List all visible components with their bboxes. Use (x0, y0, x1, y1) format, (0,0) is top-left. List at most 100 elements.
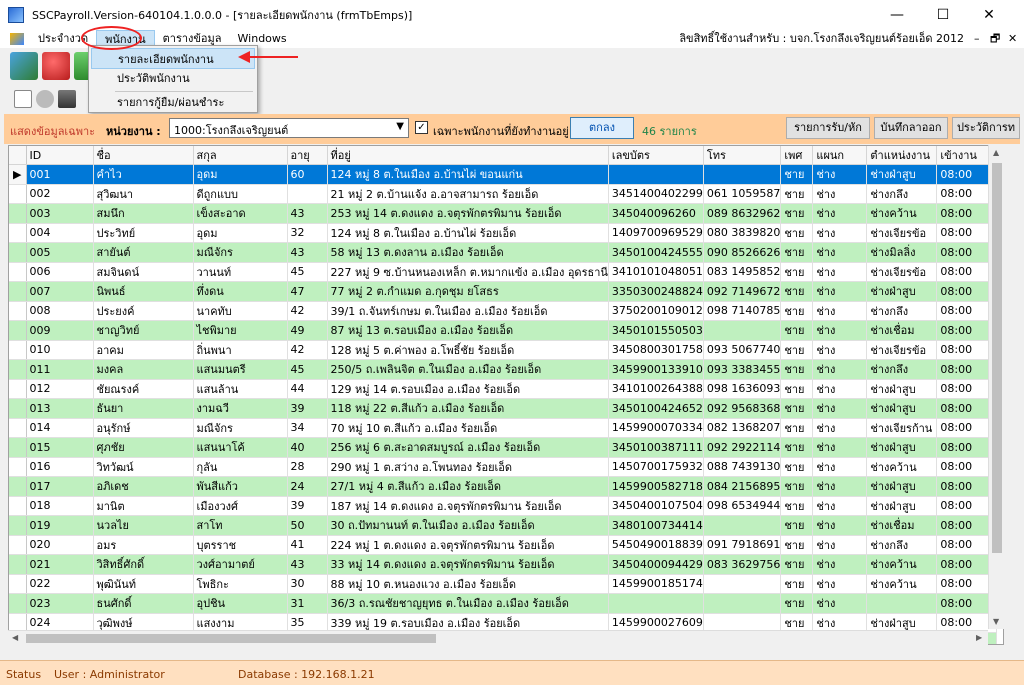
table-cell[interactable]: สาโท (193, 515, 288, 536)
table-cell[interactable]: 27/1 หมู่ 4 ต.สีแก้ว อ.เมือง ร้อยเอ็ด (327, 476, 609, 497)
menu-item-employee-details[interactable]: รายละเอียดพนักงาน (91, 48, 255, 69)
table-cell[interactable]: 39 (287, 398, 328, 419)
table-cell[interactable]: 008 (26, 301, 94, 321)
table-cell[interactable]: ชาย (780, 398, 814, 419)
table-row[interactable]: 002 สุวิฒนา ดีถูกแบบ 21 หมู่ 2 ต.บ้านแจ้ง อ… (9, 184, 998, 204)
table-cell[interactable]: ช่างมิลลิ่ง (866, 242, 938, 263)
row-header[interactable] (9, 340, 27, 360)
table-cell[interactable]: 093 3383455 (703, 359, 782, 380)
table-cell[interactable]: ชาย (780, 535, 814, 555)
row-header[interactable] (9, 320, 27, 341)
table-cell[interactable] (703, 164, 782, 185)
row-header[interactable] (9, 242, 27, 263)
table-cell[interactable]: 118 หมู่ 22 ต.สีแก้ว อ.เมือง ร้อยเอ็ด (327, 398, 609, 419)
table-row[interactable]: 013 ธันยา งามฉวี 39 118 หมู่ 22 ต.สีแก้ว อ.เ… (9, 398, 998, 419)
checklist-icon[interactable] (10, 52, 38, 80)
table-cell[interactable]: 42 (287, 301, 328, 321)
column-header[interactable]: เพศ (780, 146, 814, 165)
table-cell[interactable]: ช่างเชื่อม (866, 320, 938, 341)
table-cell[interactable]: 256 หมู่ 6 ต.สะอาดสมบูรณ์ อ.เมือง ร้อยเอ… (327, 437, 609, 458)
table-cell[interactable]: 224 หมู่ 1 ต.ดงแดง อ.จตุรพักตรพิมาน ร้อย… (327, 535, 609, 555)
table-cell[interactable]: ช่างกลึง (866, 535, 938, 555)
table-cell[interactable]: 092 7149672 (703, 281, 782, 302)
table-cell[interactable]: 3450400094429 (608, 554, 704, 575)
table-cell[interactable]: มานิต (93, 496, 194, 516)
row-header-corner[interactable] (9, 146, 27, 165)
table-cell[interactable]: 006 (26, 262, 94, 282)
table-cell[interactable]: ชาย (780, 203, 814, 224)
table-cell[interactable]: ประยงค์ (93, 301, 194, 321)
table-cell[interactable]: ช่างฝ่าสูบ (866, 437, 938, 458)
active-only-checkbox[interactable]: ✓ (415, 121, 428, 134)
table-cell[interactable]: 41 (287, 535, 328, 555)
table-cell[interactable]: 082 1368207 (703, 418, 782, 438)
horizontal-scroll-thumb[interactable] (26, 634, 436, 643)
table-cell[interactable]: 44 (287, 379, 328, 399)
table-cell[interactable]: ชาย (780, 320, 814, 341)
table-cell[interactable]: ชาย (780, 437, 814, 458)
table-cell[interactable]: 128 หมู่ 5 ต.ค่าพอง อ.โพธิ์ชัย ร้อยเอ็ด (327, 340, 609, 360)
table-cell[interactable]: อนุรักษ์ (93, 418, 194, 438)
row-header[interactable] (9, 593, 27, 614)
table-cell[interactable]: ธนศักดิ์ (93, 593, 194, 614)
table-cell[interactable]: ช่าง (812, 340, 868, 360)
table-cell[interactable]: ชาย (780, 515, 814, 536)
table-cell[interactable] (287, 184, 328, 204)
table-row[interactable]: 007 นิพนธ์ ทึ่งดน 47 77 หมู่ 2 ต.กำแมด อ.กุด… (9, 281, 998, 302)
table-cell[interactable]: 49 (287, 320, 328, 341)
table-cell[interactable]: อภิเดช (93, 476, 194, 497)
table-cell[interactable]: 32 (287, 223, 328, 243)
table-cell[interactable]: 1459900582718 (608, 476, 704, 497)
column-header[interactable]: สกุล (193, 146, 288, 165)
table-cell[interactable]: 3750200109012 (608, 301, 704, 321)
row-header[interactable] (9, 301, 27, 321)
table-cell[interactable]: ช่างคว้าน (866, 554, 938, 575)
table-cell[interactable]: 015 (26, 437, 94, 458)
row-header[interactable] (9, 379, 27, 399)
row-header[interactable] (9, 476, 27, 497)
table-cell[interactable]: ช่าง (812, 262, 868, 282)
table-cell[interactable] (703, 515, 782, 536)
row-header[interactable] (9, 398, 27, 419)
table-cell[interactable]: 005 (26, 242, 94, 263)
table-cell[interactable]: 1450700175932 (608, 457, 704, 477)
table-cell[interactable]: 3450400107504 (608, 496, 704, 516)
table-cell[interactable]: 345040096260 (608, 203, 704, 224)
table-cell[interactable]: ช่างเจียรข้อ (866, 223, 938, 243)
table-cell[interactable]: 50 (287, 515, 328, 536)
table-row[interactable]: 008 ประยงค์ นาคทับ 42 39/1 ถ.จันทร์เกษม ต.ใน… (9, 301, 998, 321)
table-cell[interactable]: 45 (287, 262, 328, 282)
row-header[interactable] (9, 496, 27, 516)
table-row[interactable]: 022 พุฒินันท์ โพธิกะ 30 88 หมู่ 10 ต.หนองแวง… (9, 574, 998, 594)
table-cell[interactable]: 21 หมู่ 2 ต.บ้านแจ้ง อ.อาจสามารถ ร้อยเอ็… (327, 184, 609, 204)
table-cell[interactable]: ช่าง (812, 320, 868, 341)
table-cell[interactable]: แสนมนตรี (193, 359, 288, 380)
table-cell[interactable] (703, 593, 782, 614)
table-cell[interactable]: ช่างฝ่าสูบ (866, 281, 938, 302)
table-cell[interactable]: 3450800301758 (608, 340, 704, 360)
table-row[interactable]: 014 อนุรักษ์ มณีจักร 34 70 หมู่ 10 ต.สีแก้ว … (9, 418, 998, 438)
table-cell[interactable]: 5450490018839 (608, 535, 704, 555)
table-cell[interactable]: ช่างฝ่าสูบ (866, 398, 938, 419)
table-row[interactable]: 010 อาคม ถิ่นพนา 42 128 หมู่ 5 ต.ค่าพอง อ.โพ… (9, 340, 998, 360)
table-cell[interactable]: 124 หมู่ 8 ต.ในเมือง อ.บ้านไผ่ ร้อยเอ็ด (327, 223, 609, 243)
vertical-scrollbar[interactable]: ▲ ▼ (988, 145, 1004, 629)
table-cell[interactable]: เมืองวงศ์ (193, 496, 288, 516)
table-cell[interactable]: ดีถูกแบบ (193, 184, 288, 204)
table-cell[interactable]: 1459900185174 (608, 574, 704, 594)
row-header[interactable] (9, 184, 27, 204)
table-cell[interactable]: 1459900070334 (608, 418, 704, 438)
table-cell[interactable]: 3480100734414 (608, 515, 704, 536)
table-cell[interactable]: ช่าง (812, 281, 868, 302)
table-cell[interactable]: ช่าง (812, 398, 868, 419)
table-cell[interactable]: 3459900133910 (608, 359, 704, 380)
table-cell[interactable]: ชาย (780, 262, 814, 282)
table-cell[interactable]: ช่างเจียรข้อ (866, 262, 938, 282)
ok-button[interactable]: ตกลง (570, 117, 634, 139)
table-cell[interactable]: ช่าง (812, 184, 868, 204)
mdi-child-icon[interactable] (10, 33, 24, 45)
table-cell[interactable]: แสนนาโค้ (193, 437, 288, 458)
row-header[interactable] (9, 457, 27, 477)
table-cell[interactable]: ช่าง (812, 203, 868, 224)
table-cell[interactable]: 083 3629756 (703, 554, 782, 575)
